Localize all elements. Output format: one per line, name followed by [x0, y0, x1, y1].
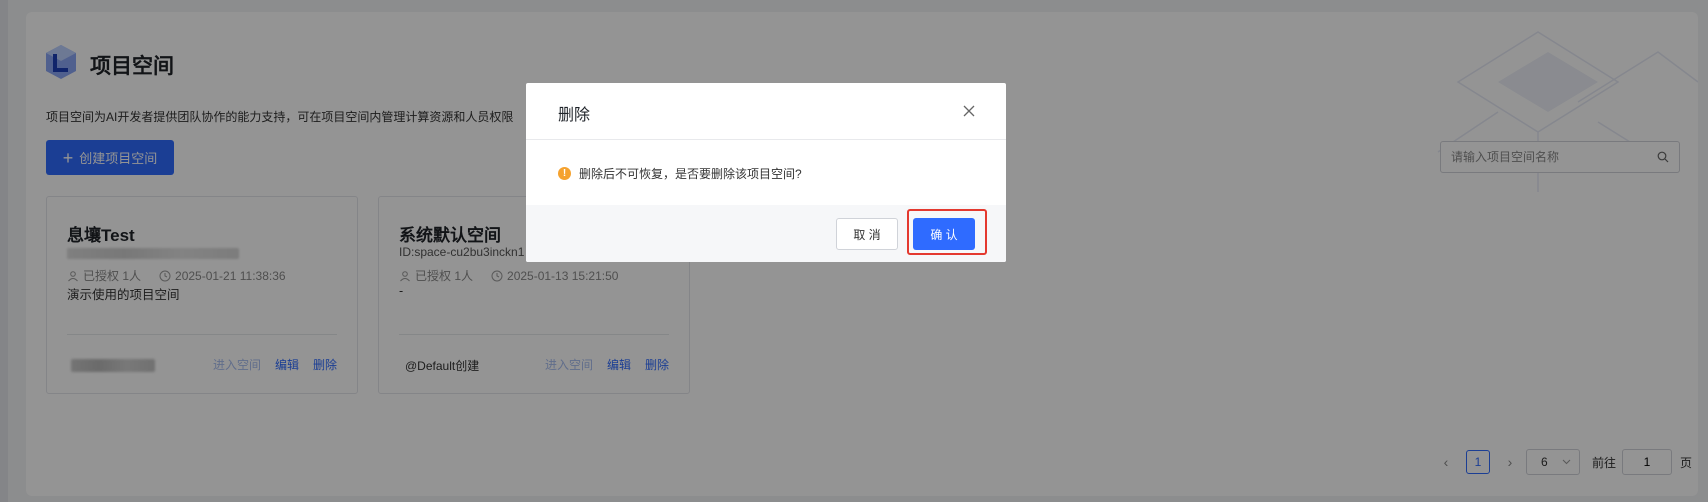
- warning-icon: !: [558, 167, 571, 180]
- dialog-body: ! 删除后不可恢复，是否要删除该项目空间?: [558, 165, 802, 182]
- dialog-title: 删除: [558, 107, 591, 124]
- cancel-button[interactable]: 取 消: [836, 218, 898, 250]
- confirm-button[interactable]: 确 认: [913, 218, 975, 250]
- close-icon[interactable]: [962, 104, 976, 118]
- dialog-message: 删除后不可恢复，是否要删除该项目空间?: [579, 167, 802, 181]
- dialog-header: 删除: [526, 83, 1006, 140]
